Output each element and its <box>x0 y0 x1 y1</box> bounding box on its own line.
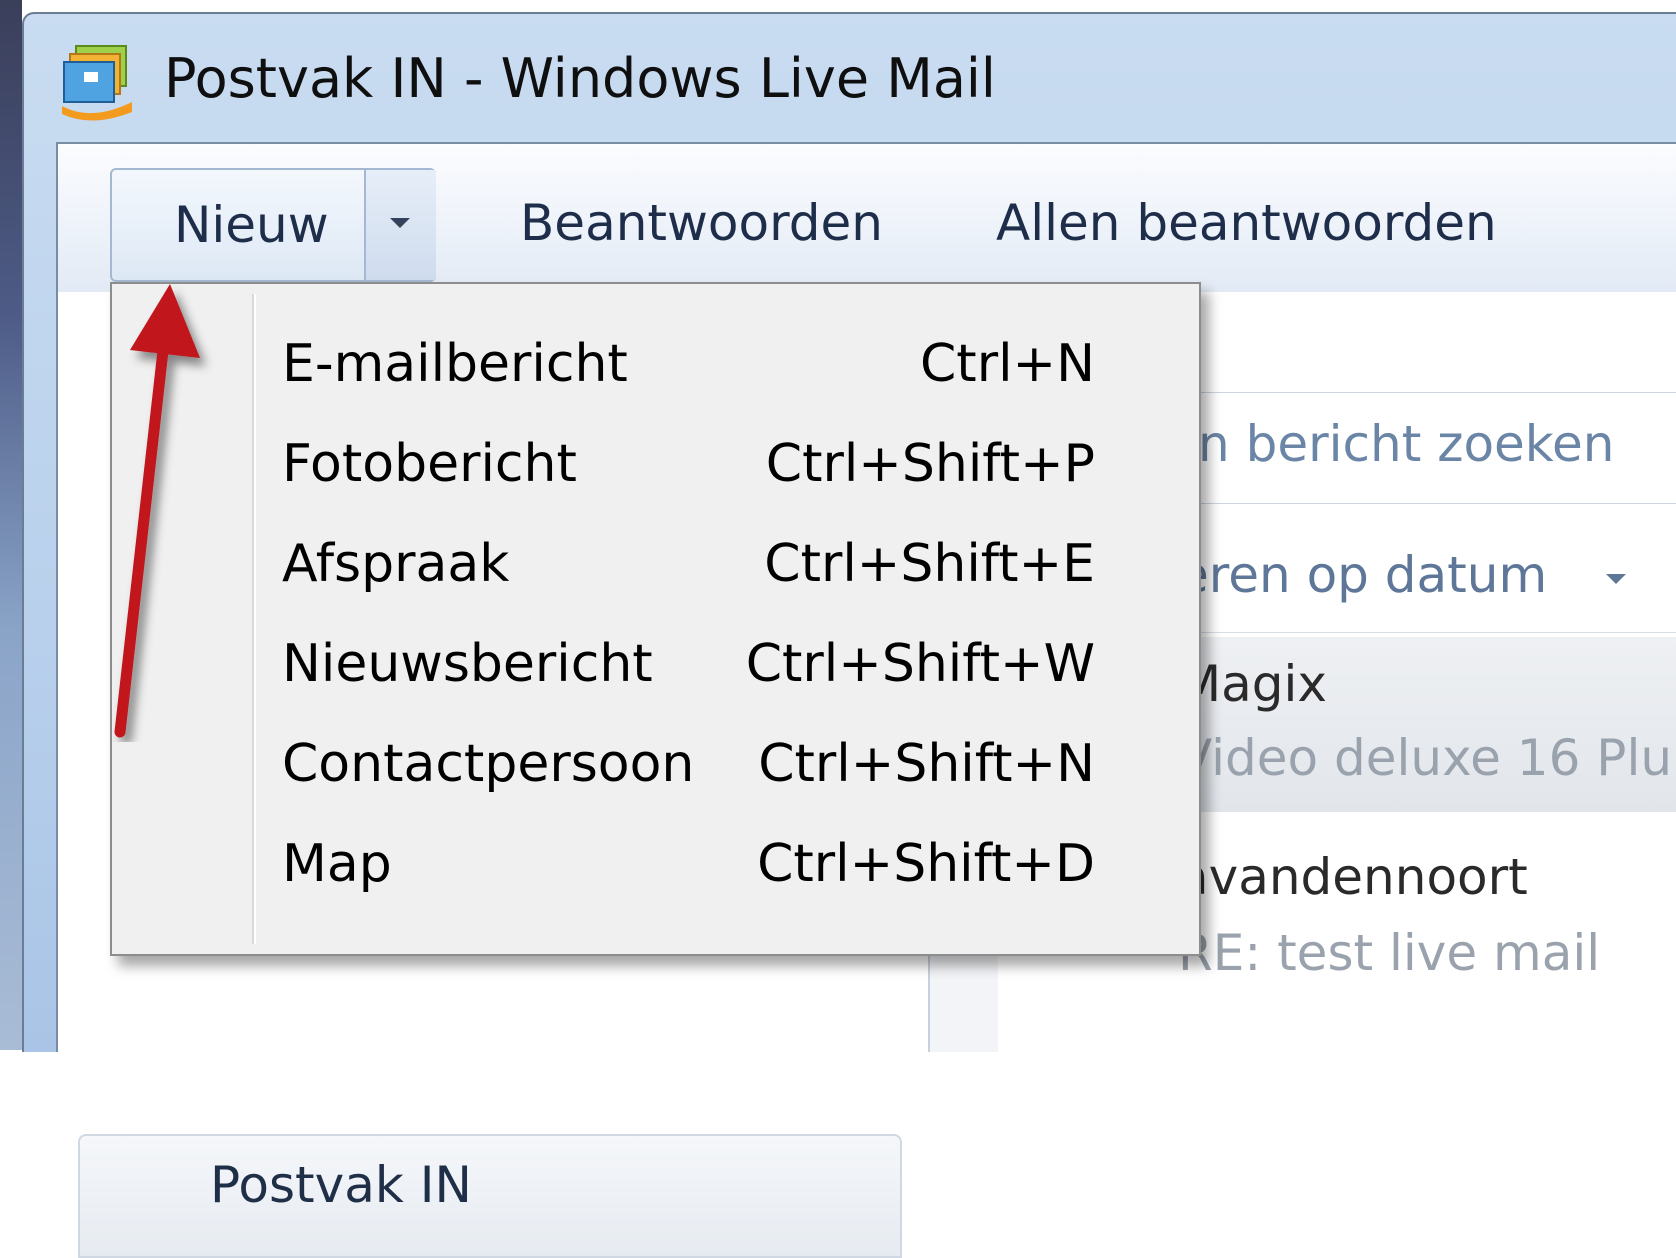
menu-item-photo-message[interactable]: Fotobericht Ctrl+Shift+P <box>112 406 1199 512</box>
folder-item-inbox[interactable]: Postvak IN <box>78 1134 902 1258</box>
message-subject: RE: test live mail <box>1178 924 1601 982</box>
message-sender: avandennoort <box>1178 848 1528 906</box>
menu-item-label: Map <box>282 834 392 894</box>
menu-item-label: Afspraak <box>282 534 510 594</box>
menu-item-appointment[interactable]: Afspraak Ctrl+Shift+E <box>112 506 1199 612</box>
new-button[interactable]: Nieuw <box>112 170 364 280</box>
menu-item-shortcut: Ctrl+N <box>920 334 1095 394</box>
menu-item-label: Nieuwsbericht <box>282 634 653 694</box>
menu-item-shortcut: Ctrl+Shift+W <box>745 634 1095 694</box>
menu-item-email-message[interactable]: E-mailbericht Ctrl+N <box>112 306 1199 412</box>
new-split-button: Nieuw <box>110 168 436 282</box>
menu-item-label: Contactpersoon <box>282 734 695 794</box>
toolbar: Nieuw Beantwoorden Allen beantwoorden <box>58 144 1676 293</box>
menu-item-shortcut: Ctrl+Shift+N <box>758 734 1095 794</box>
reply-all-button[interactable]: Allen beantwoorden <box>996 194 1497 252</box>
annotation-arrow <box>114 284 200 738</box>
new-dropdown-button[interactable] <box>364 170 436 280</box>
reply-button[interactable]: Beantwoorden <box>520 194 883 252</box>
menu-item-shortcut: Ctrl+Shift+E <box>764 534 1095 594</box>
chevron-down-icon <box>1606 574 1626 584</box>
message-subject: Video deluxe 16 Plu <box>1178 729 1673 787</box>
new-dropdown-menu: E-mailbericht Ctrl+N Fotobericht Ctrl+Sh… <box>110 282 1201 956</box>
chevron-down-icon <box>390 218 410 228</box>
search-placeholder: n bericht zoeken <box>1198 415 1615 473</box>
new-button-label: Nieuw <box>174 196 329 254</box>
windows-live-mail-icon <box>62 45 132 121</box>
menu-item-label: Fotobericht <box>282 434 577 494</box>
menu-item-contact[interactable]: Contactpersoon Ctrl+Shift+N <box>112 706 1199 812</box>
menu-item-label: E-mailbericht <box>282 334 628 394</box>
sort-label: eren op datum <box>1178 546 1548 604</box>
menu-item-folder[interactable]: Map Ctrl+Shift+D <box>112 806 1199 912</box>
window-title: Postvak IN - Windows Live Mail <box>164 47 996 110</box>
menu-item-shortcut: Ctrl+Shift+D <box>757 834 1095 894</box>
desktop-background <box>0 0 22 1050</box>
menu-item-shortcut: Ctrl+Shift+P <box>765 434 1095 494</box>
menu-item-news-message[interactable]: Nieuwsbericht Ctrl+Shift+W <box>112 606 1199 712</box>
folder-item-label: Postvak IN <box>210 1156 472 1214</box>
